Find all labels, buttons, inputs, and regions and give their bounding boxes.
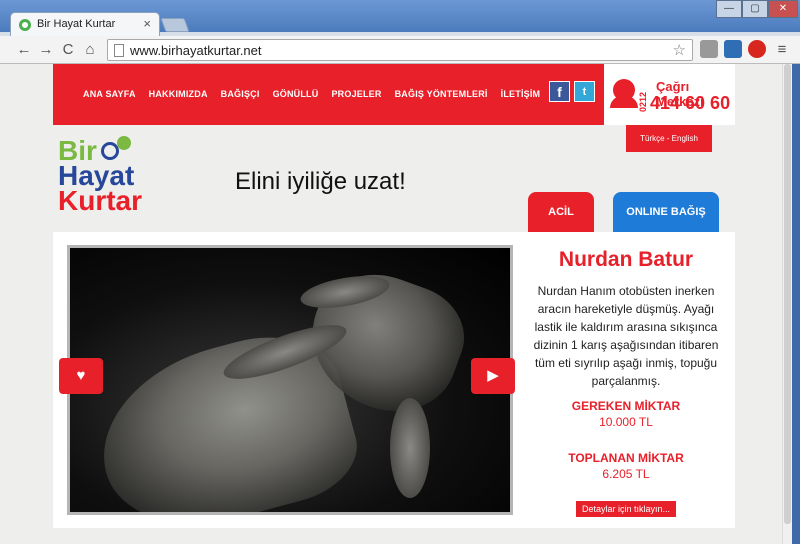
photo-finger [390, 398, 430, 498]
menu-item-iletisim[interactable]: İLETİŞİM [501, 89, 541, 99]
maximize-button[interactable]: ▢ [742, 0, 768, 18]
slider-next-button[interactable]: ▶ [471, 358, 515, 394]
reload-icon[interactable]: C [58, 40, 78, 60]
site-logo[interactable]: Bir Hayat Kurtar [58, 137, 143, 216]
tab-title: Bir Hayat Kurtar [37, 18, 116, 30]
facebook-icon[interactable]: f [549, 81, 570, 102]
url-text[interactable]: www.birhayatkurtar.net [130, 43, 262, 58]
case-info: Nurdan Batur Nurdan Hanım otobüsten iner… [521, 232, 731, 517]
menu-item-projeler[interactable]: PROJELER [331, 89, 381, 99]
menu-item-ana-sayfa[interactable]: ANA SAYFA [83, 89, 136, 99]
menu-item-bagis-yontemleri[interactable]: BAĞIŞ YÖNTEMLERİ [395, 89, 488, 99]
slogan: Elini iyiliğe uzat! [235, 168, 406, 195]
browser-chrome: Bir Hayat Kurtar × — ▢ ✕ ← → C ⌂ www.bir… [0, 0, 800, 64]
chrome-menu-icon[interactable]: ≡ [772, 40, 792, 60]
slider-prev-button[interactable]: ♥ [59, 358, 103, 394]
required-label: GEREKEN MİKTAR [571, 399, 681, 413]
slider-photo [70, 248, 510, 512]
minimize-button[interactable]: — [716, 0, 742, 18]
page-icon [114, 44, 124, 57]
call-area-code: 0212 [638, 91, 648, 112]
close-window-button[interactable]: ✕ [768, 0, 798, 18]
extension-screen-icon[interactable] [724, 40, 742, 58]
featured-case-panel: ♥ ▶ Nurdan Batur Nurdan Hanım otobüsten … [53, 232, 735, 528]
tab-close-icon[interactable]: × [143, 16, 151, 31]
home-icon[interactable]: ⌂ [80, 40, 100, 60]
logo-line-kurtar: Kurtar [58, 185, 143, 216]
details-button[interactable]: Detaylar için tıklayın... [575, 501, 677, 517]
site-favicon-icon [19, 19, 31, 31]
browser-tab[interactable]: Bir Hayat Kurtar × [10, 12, 160, 36]
image-slider [67, 245, 513, 515]
call-center-body-icon [610, 96, 638, 108]
address-bar[interactable]: www.birhayatkurtar.net ☆ [107, 39, 693, 61]
main-navigation: ANA SAYFA HAKKIMIZDA BAĞIŞÇI GÖNÜLLÜ PRO… [53, 64, 605, 125]
new-tab-button[interactable] [160, 18, 190, 32]
twitter-icon[interactable]: t [574, 81, 595, 102]
window-right-frame [792, 64, 800, 544]
browser-toolbar: ← → C ⌂ www.birhayatkurtar.net ☆ ≡ [0, 36, 800, 64]
web-page: ANA SAYFA HAKKIMIZDA BAĞIŞÇI GÖNÜLLÜ PRO… [37, 64, 782, 544]
call-center-number: 414 60 60 [650, 93, 731, 113]
collected-amount: 6.205 TL [602, 467, 650, 481]
forward-icon[interactable]: → [36, 40, 56, 60]
call-center-box: 0212 Çağrı Merkezi 414 60 60 [604, 64, 735, 125]
tab-online-bagis[interactable]: ONLINE BAĞIŞ [613, 192, 719, 234]
menu-item-hakkimizda[interactable]: HAKKIMIZDA [149, 89, 208, 99]
menu-item-gonullu[interactable]: GÖNÜLLÜ [273, 89, 319, 99]
required-amount: 10.000 TL [599, 415, 653, 429]
collected-label: TOPLANAN MİKTAR [568, 451, 684, 465]
case-story: Nurdan Hanım otobüsten inerken aracın ha… [533, 284, 719, 388]
tab-acil[interactable]: ACİL [528, 192, 594, 234]
scrollbar-thumb[interactable] [784, 64, 791, 524]
menu-list: ANA SAYFA HAKKIMIZDA BAĞIŞÇI GÖNÜLLÜ PRO… [83, 89, 540, 99]
back-icon[interactable]: ← [14, 40, 34, 60]
extension-opera-icon[interactable] [748, 40, 766, 58]
language-switch[interactable]: Türkçe - English [626, 125, 712, 152]
bookmark-star-icon[interactable]: ☆ [673, 41, 686, 59]
case-name: Nurdan Batur [558, 248, 694, 271]
menu-item-bagisci[interactable]: BAĞIŞÇI [221, 89, 260, 99]
extension-icon[interactable] [700, 40, 718, 58]
page-left-margin [0, 64, 37, 544]
